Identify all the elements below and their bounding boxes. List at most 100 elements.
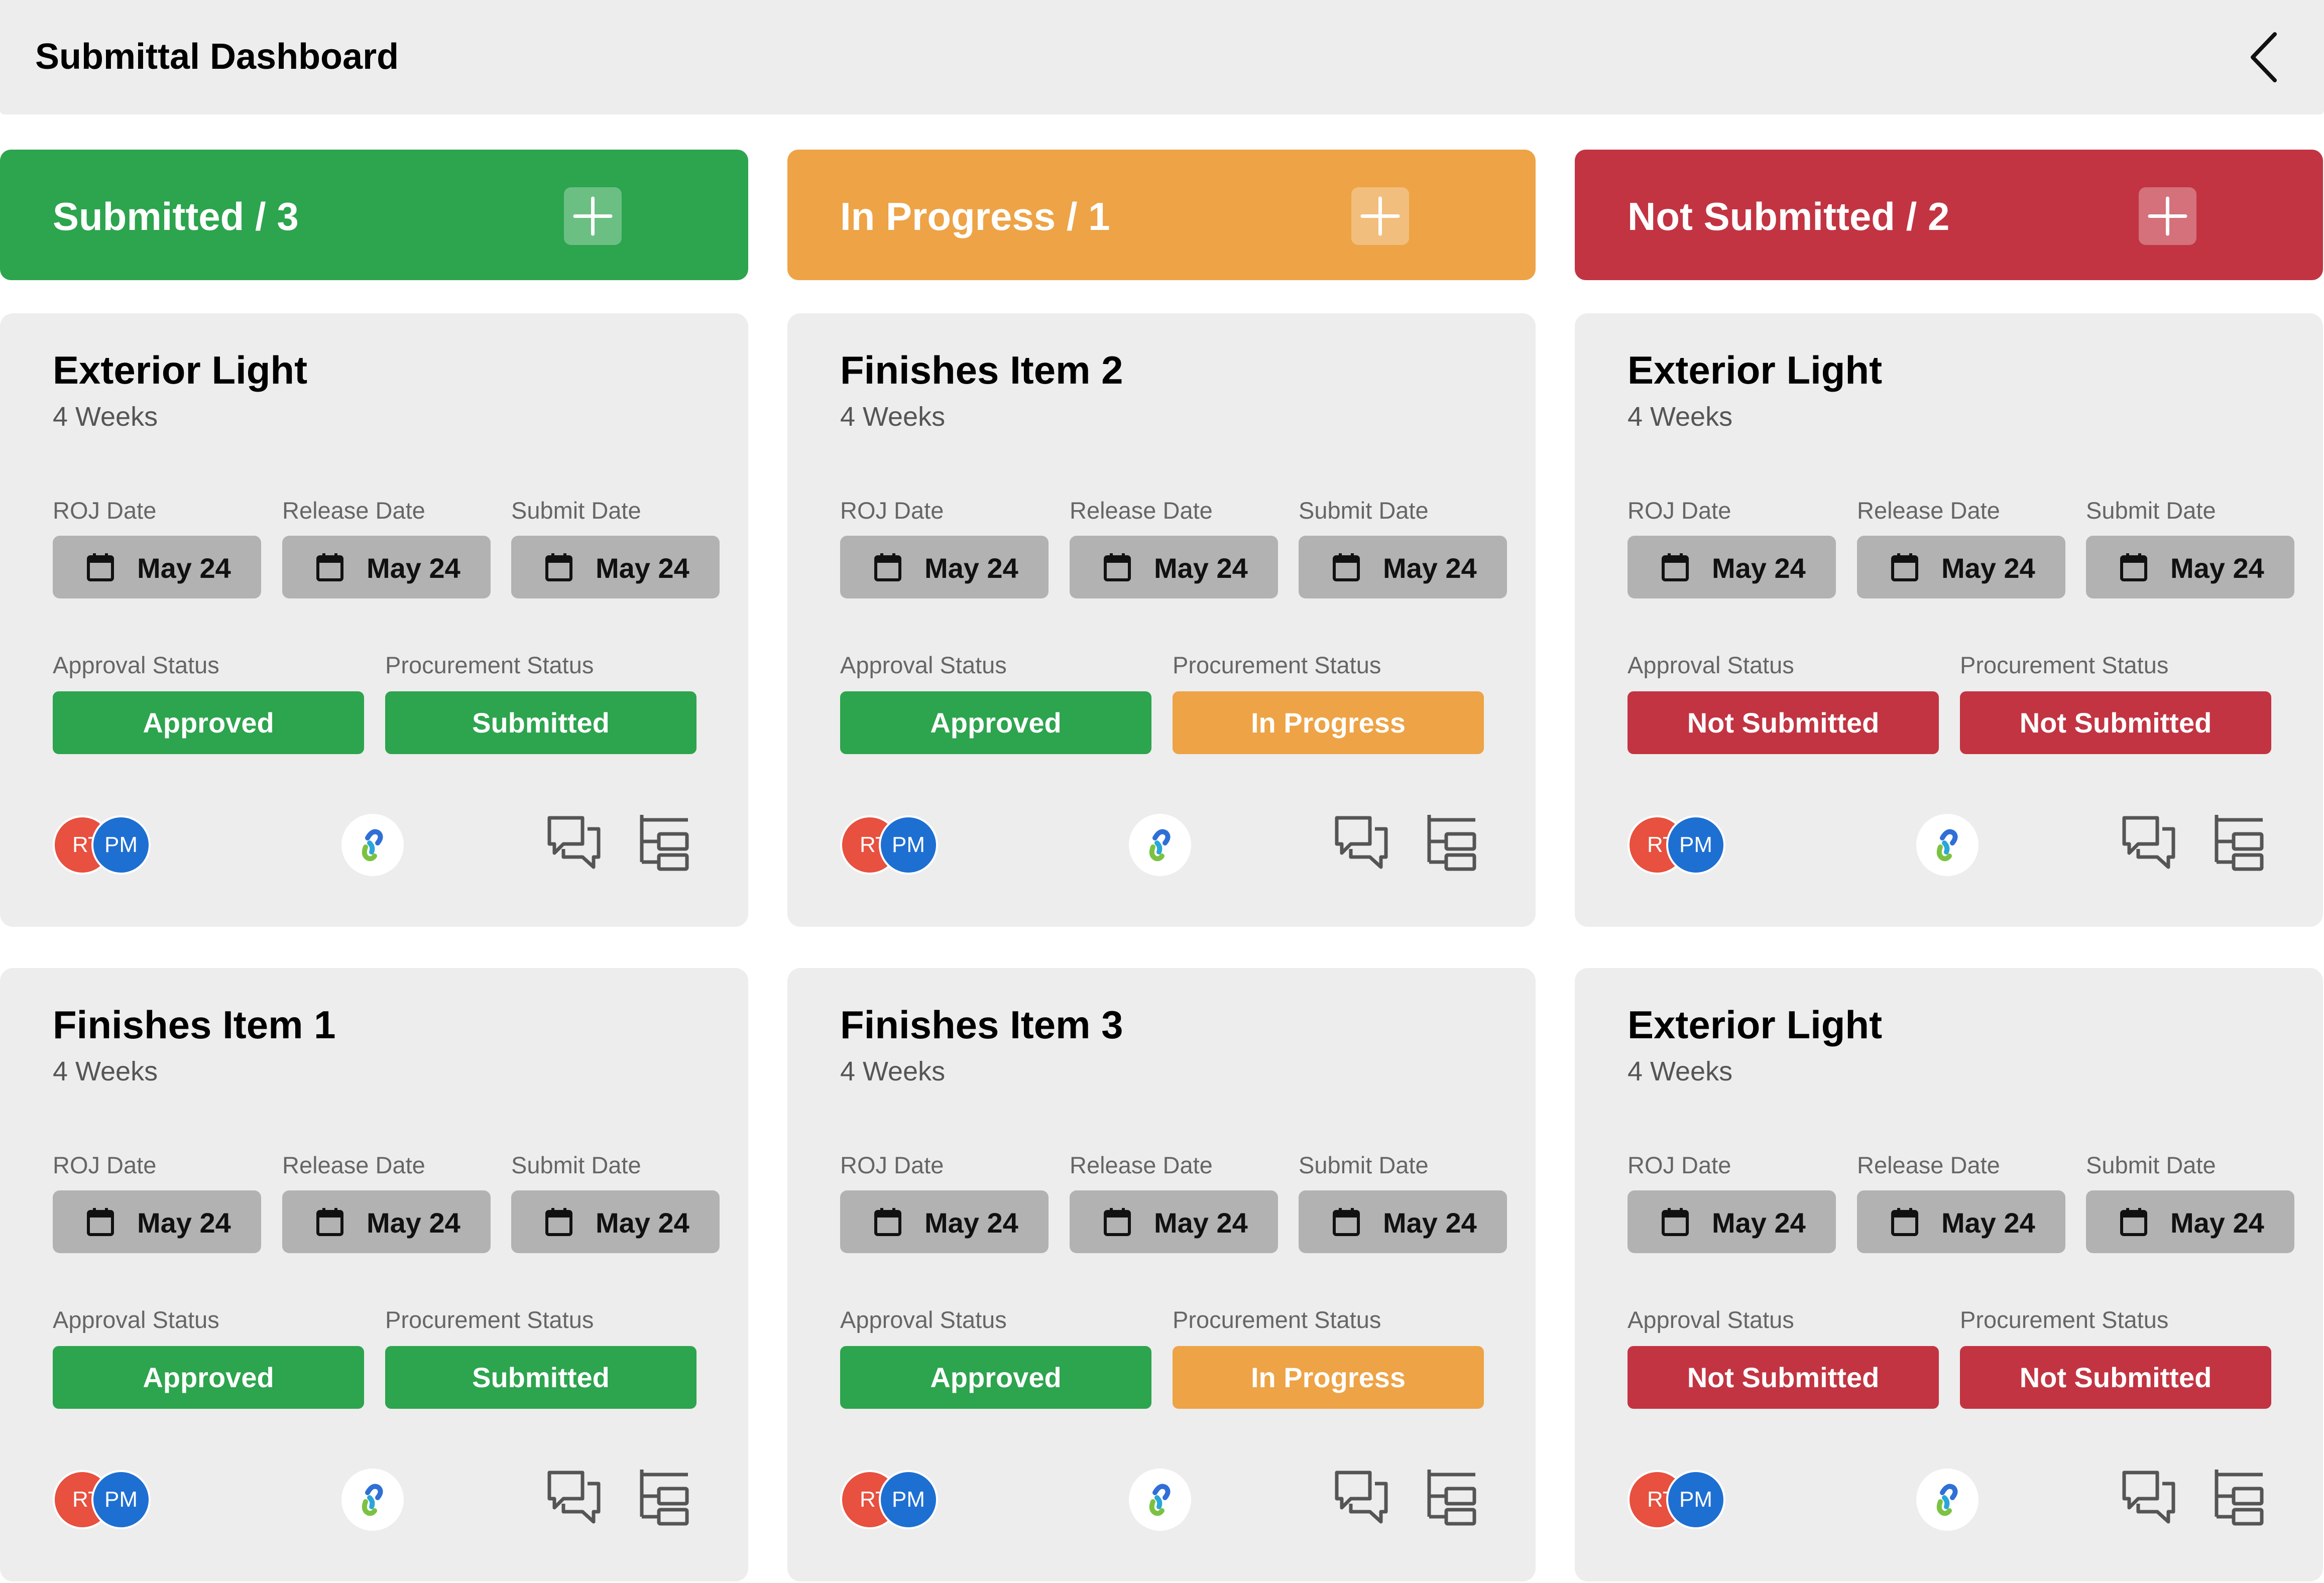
avatar[interactable]: PM xyxy=(91,815,151,875)
roj-date-picker[interactable]: May 24 xyxy=(840,536,1049,598)
approval-status-badge[interactable]: Approved xyxy=(53,1346,364,1409)
comments-icon xyxy=(1335,816,1388,869)
submit-date-label: Submit Date xyxy=(1299,1152,1429,1178)
release-date-picker[interactable]: May 24 xyxy=(1070,536,1278,598)
submittal-card[interactable]: Finishes Item 3 4 Weeks ROJ Date Release… xyxy=(787,968,1536,1581)
roj-date-value: May 24 xyxy=(137,1207,231,1239)
release-date-picker[interactable]: May 24 xyxy=(282,1190,491,1253)
submit-date-picker[interactable]: May 24 xyxy=(511,536,720,598)
column-title: Not Submitted / 2 xyxy=(1628,194,1950,238)
submit-date-label: Submit Date xyxy=(2086,497,2216,524)
app-logo-button[interactable] xyxy=(1916,814,1979,876)
procurement-status-badge[interactable]: In Progress xyxy=(1173,691,1484,754)
hierarchy-button[interactable] xyxy=(1424,813,1480,875)
roj-date-label: ROJ Date xyxy=(840,497,944,524)
comments-button[interactable] xyxy=(1334,813,1390,875)
add-submittal-button[interactable] xyxy=(564,187,622,245)
calendar-icon xyxy=(316,553,343,581)
comments-button[interactable] xyxy=(2121,1468,2177,1529)
roj-date-picker[interactable]: May 24 xyxy=(53,536,261,598)
submit-date-label: Submit Date xyxy=(2086,1152,2216,1178)
comments-button[interactable] xyxy=(2121,813,2177,875)
procurement-status-badge[interactable]: In Progress xyxy=(1173,1346,1484,1409)
hierarchy-button[interactable] xyxy=(1424,1468,1480,1529)
procurement-status-badge[interactable]: Submitted xyxy=(385,691,696,754)
roj-date-value: May 24 xyxy=(1712,1207,1806,1239)
app-logo-button[interactable] xyxy=(341,814,404,876)
roj-date-picker[interactable]: May 24 xyxy=(840,1190,1049,1253)
app-logo-icon xyxy=(1936,1484,1958,1516)
roj-date-label: ROJ Date xyxy=(1628,497,1731,524)
submit-date-label: Submit Date xyxy=(1299,497,1429,524)
procurement-status-badge[interactable]: Submitted xyxy=(385,1346,696,1409)
submit-date-picker[interactable]: May 24 xyxy=(1299,536,1507,598)
release-date-picker[interactable]: May 24 xyxy=(282,536,491,598)
hierarchy-button[interactable] xyxy=(2212,813,2268,875)
add-submittal-button[interactable] xyxy=(2139,187,2196,245)
avatar[interactable]: PM xyxy=(879,815,938,875)
submittal-card[interactable]: Exterior Light 4 Weeks ROJ Date Release … xyxy=(0,313,748,927)
app-logo-button[interactable] xyxy=(1129,1469,1191,1531)
comments-icon xyxy=(2122,816,2175,869)
approval-status-badge[interactable]: Approved xyxy=(53,691,364,754)
app-logo-icon xyxy=(362,829,383,862)
approval-status-badge[interactable]: Approved xyxy=(840,691,1151,754)
procurement-status-label: Procurement Status xyxy=(385,652,594,678)
submit-date-picker[interactable]: May 24 xyxy=(511,1190,720,1253)
avatar[interactable]: PM xyxy=(91,1470,151,1529)
roj-date-picker[interactable]: May 24 xyxy=(1628,536,1836,598)
approval-status-badge[interactable]: Not Submitted xyxy=(1628,691,1939,754)
approval-status-label: Approval Status xyxy=(1628,1306,1794,1333)
release-date-picker[interactable]: May 24 xyxy=(1857,1190,2065,1253)
card-title: Finishes Item 1 xyxy=(53,1003,336,1047)
avatar[interactable]: PM xyxy=(1666,815,1725,875)
procurement-status-label: Procurement Status xyxy=(1960,1306,2169,1333)
hierarchy-button[interactable] xyxy=(637,1468,693,1529)
release-date-picker[interactable]: May 24 xyxy=(1070,1190,1278,1253)
roj-date-picker[interactable]: May 24 xyxy=(1628,1190,1836,1253)
plus-icon xyxy=(2148,196,2187,236)
submit-date-value: May 24 xyxy=(596,552,689,584)
submit-date-picker[interactable]: May 24 xyxy=(2086,536,2294,598)
submit-date-picker[interactable]: May 24 xyxy=(1299,1190,1507,1253)
calendar-icon xyxy=(1104,553,1131,581)
hierarchy-button[interactable] xyxy=(637,813,693,875)
app-logo-button[interactable] xyxy=(1916,1469,1979,1531)
release-date-label: Release Date xyxy=(282,1152,425,1178)
release-date-picker[interactable]: May 24 xyxy=(1857,536,2065,598)
avatar[interactable]: PM xyxy=(1666,1470,1725,1529)
app-logo-icon xyxy=(1936,829,1958,862)
app-logo-button[interactable] xyxy=(341,1469,404,1531)
avatar[interactable]: PM xyxy=(879,1470,938,1529)
procurement-status-badge[interactable]: Not Submitted xyxy=(1960,1346,2271,1409)
app-logo-icon xyxy=(1149,829,1171,862)
app-logo-button[interactable] xyxy=(1129,814,1191,876)
submit-date-picker[interactable]: May 24 xyxy=(2086,1190,2294,1253)
roj-date-label: ROJ Date xyxy=(53,497,157,524)
submittal-card[interactable]: Exterior Light 4 Weeks ROJ Date Release … xyxy=(1575,313,2323,927)
submittal-card[interactable]: Finishes Item 1 4 Weeks ROJ Date Release… xyxy=(0,968,748,1581)
card-duration: 4 Weeks xyxy=(1628,402,1733,432)
hierarchy-icon xyxy=(2215,815,2264,871)
comments-button[interactable] xyxy=(546,1468,603,1529)
roj-date-label: ROJ Date xyxy=(53,1152,157,1178)
approval-status-badge[interactable]: Approved xyxy=(840,1346,1151,1409)
submittal-card[interactable]: Finishes Item 2 4 Weeks ROJ Date Release… xyxy=(787,313,1536,927)
calendar-icon xyxy=(545,1208,572,1236)
add-submittal-button[interactable] xyxy=(1351,187,1409,245)
calendar-icon xyxy=(87,1208,114,1236)
calendar-icon xyxy=(2120,553,2147,581)
chevron-left-icon xyxy=(2251,32,2277,82)
roj-date-picker[interactable]: May 24 xyxy=(53,1190,261,1253)
comments-button[interactable] xyxy=(546,813,603,875)
hierarchy-icon xyxy=(640,815,689,871)
submittal-card[interactable]: Exterior Light 4 Weeks ROJ Date Release … xyxy=(1575,968,2323,1581)
procurement-status-badge[interactable]: Not Submitted xyxy=(1960,691,2271,754)
release-date-label: Release Date xyxy=(1857,497,2000,524)
back-button[interactable] xyxy=(2244,29,2284,85)
comments-button[interactable] xyxy=(1334,1468,1390,1529)
calendar-icon xyxy=(87,553,114,581)
procurement-status-label: Procurement Status xyxy=(385,1306,594,1333)
approval-status-badge[interactable]: Not Submitted xyxy=(1628,1346,1939,1409)
hierarchy-button[interactable] xyxy=(2212,1468,2268,1529)
